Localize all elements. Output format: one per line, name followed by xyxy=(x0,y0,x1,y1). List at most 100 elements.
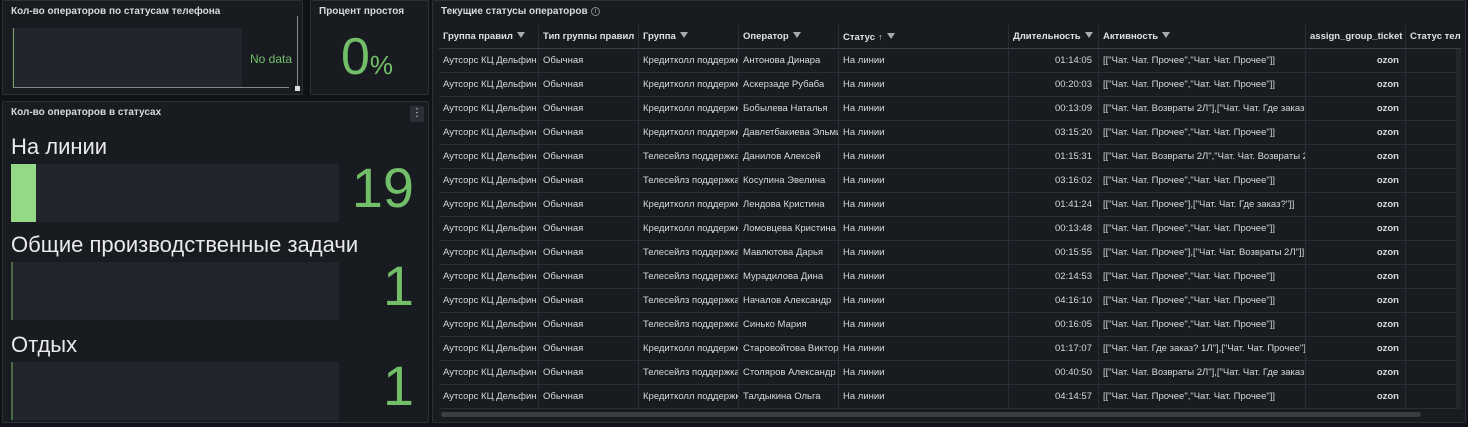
table-row[interactable]: Аутсорс КЦ Дельфин Обычная Кредитколл подд… xyxy=(439,193,1461,217)
table-cell: ozon xyxy=(1306,145,1406,169)
table-cell xyxy=(1406,193,1461,217)
table-cell: На линии xyxy=(839,265,1009,289)
filter-icon[interactable] xyxy=(1084,32,1093,39)
table-cell: Обычная xyxy=(539,217,639,241)
table-row[interactable]: Аутсорс КЦ Дельфин Обычная Кредитколл подд… xyxy=(439,97,1461,121)
filter-icon[interactable] xyxy=(679,32,688,39)
status-gauge-row: На линии 19 xyxy=(3,134,428,232)
table-row[interactable]: Аутсорс КЦ Дельфин Обычная Телесейлз подде… xyxy=(439,361,1461,385)
table-cell xyxy=(1406,337,1461,361)
arrow-up-icon[interactable]: ↑ xyxy=(878,32,883,42)
table-row[interactable]: Аутсорс КЦ Дельфин Обычная Кредитколл подд… xyxy=(439,337,1461,361)
table-cell xyxy=(1406,145,1461,169)
info-circle-icon[interactable]: i xyxy=(591,7,600,16)
table-cell: [["Чат. Чат. Прочее","Чат. Чат. Прочее"]… xyxy=(1099,289,1306,313)
table-cell: Аутсорс КЦ Дельфин xyxy=(439,73,539,97)
table-row[interactable]: Аутсорс КЦ Дельфин Обычная Телесейлз подде… xyxy=(439,289,1461,313)
column-header-label: assign_group_ticket xyxy=(1310,31,1403,42)
table-cell: На линии xyxy=(839,241,1009,265)
table-cell: На линии xyxy=(839,289,1009,313)
table-row[interactable]: Аутсорс КЦ Дельфин Обычная Кредитколл подд… xyxy=(439,49,1461,73)
more-vertical-icon[interactable]: ⋮ xyxy=(410,106,424,122)
table-cell: Обычная xyxy=(539,337,639,361)
table-row[interactable]: Аутсорс КЦ Дельфин Обычная Кредитколл подд… xyxy=(439,121,1461,145)
column-header[interactable]: Группа xyxy=(639,25,739,49)
gauge-fill xyxy=(11,362,13,420)
table-cell: 03:16:02 xyxy=(1009,169,1099,193)
no-data-label: No data xyxy=(250,52,293,66)
table-row[interactable]: Аутсорс КЦ Дельфин Обычная Телесейлз подде… xyxy=(439,241,1461,265)
table-cell: [["Чат. Чат. Прочее","Чат. Чат. Прочее"]… xyxy=(1099,313,1306,337)
table-cell: ozon xyxy=(1306,241,1406,265)
table-cell: Обычная xyxy=(539,361,639,385)
table-cell: [["Чат. Чат. Прочее","Чат. Чат. Прочее"]… xyxy=(1099,265,1306,289)
table-cell: Началов Александр xyxy=(739,289,839,313)
table-cell: [["Чат. Чат. Прочее","Чат. Чат. Прочее"]… xyxy=(1099,385,1306,409)
column-header[interactable]: Длительность xyxy=(1009,25,1099,49)
column-header[interactable]: Оператор xyxy=(739,25,839,49)
table-row[interactable]: Аутсорс КЦ Дельфин Обычная Телесейлз подде… xyxy=(439,313,1461,337)
table-cell: [["Чат. Чат. Где заказ? 1Л"],["Чат. Чат.… xyxy=(1099,337,1306,361)
table-cell: Кредитколл поддержка xyxy=(639,97,739,121)
table-cell: Мавлютова Дарья xyxy=(739,241,839,265)
panel-title: Текущие статусы операторов xyxy=(441,6,588,17)
gauge-track xyxy=(11,164,339,222)
table-cell: Аутсорс КЦ Дельфин xyxy=(439,385,539,409)
table-cell: 01:41:24 xyxy=(1009,193,1099,217)
filter-icon[interactable] xyxy=(1162,32,1171,39)
table-cell: На линии xyxy=(839,361,1009,385)
column-header[interactable]: Статус ↑ xyxy=(839,25,1009,49)
table-row[interactable]: Аутсорс КЦ Дельфин Обычная Кредитколл подд… xyxy=(439,217,1461,241)
table-cell: Обычная xyxy=(539,73,639,97)
table-cell: На линии xyxy=(839,97,1009,121)
table-header: Группа правил Тип группы правил Группа Опер… xyxy=(439,25,1461,49)
filter-icon[interactable] xyxy=(516,32,525,39)
table-cell: Обычная xyxy=(539,241,639,265)
table-cell: [["Чат. Чат. Прочее","Чат. Чат. Прочее"]… xyxy=(1099,217,1306,241)
table-row[interactable]: Аутсорс КЦ Дельфин Обычная Кредитколл подд… xyxy=(439,73,1461,97)
column-header-label: Статус телефона xyxy=(1410,31,1461,42)
table-cell: Синько Мария xyxy=(739,313,839,337)
table-cell: ozon xyxy=(1306,385,1406,409)
table-row[interactable]: Аутсорс КЦ Дельфин Обычная Кредитколл подд… xyxy=(439,385,1461,409)
table-cell: ozon xyxy=(1306,289,1406,313)
table-row[interactable]: Аутсорс КЦ Дельфин Обычная Телесейлз подде… xyxy=(439,145,1461,169)
table-cell: Данилов Алексей xyxy=(739,145,839,169)
status-gauge-row: Отдых 1 xyxy=(3,332,428,422)
column-header[interactable]: assign_group_ticket xyxy=(1306,25,1406,49)
filter-icon[interactable] xyxy=(792,32,801,39)
table-cell: ozon xyxy=(1306,169,1406,193)
table-cell: 02:14:53 xyxy=(1009,265,1099,289)
vertical-scrollbar[interactable] xyxy=(1456,49,1461,409)
table-row[interactable]: Аутсорс КЦ Дельфин Обычная Телесейлз подде… xyxy=(439,265,1461,289)
table-cell: [["Чат. Чат. Прочее","Чат. Чат. Прочее"]… xyxy=(1099,49,1306,73)
phone-status-panel: Кол-во операторов по статусам телефона N… xyxy=(2,0,303,95)
table-cell: 01:14:05 xyxy=(1009,49,1099,73)
table-cell: ozon xyxy=(1306,121,1406,145)
table-row[interactable]: Аутсорс КЦ Дельфин Обычная Телесейлз подде… xyxy=(439,169,1461,193)
table-cell xyxy=(1406,289,1461,313)
idle-percent-panel: Процент простоя 0% xyxy=(310,0,429,95)
column-header[interactable]: Тип группы правил xyxy=(539,25,639,49)
column-header[interactable]: Активность xyxy=(1099,25,1306,49)
table-cell: Аутсорс КЦ Дельфин xyxy=(439,97,539,121)
table-cell: На линии xyxy=(839,73,1009,97)
table-cell: [["Чат. Чат. Прочее","Чат. Чат. Прочее"]… xyxy=(1099,169,1306,193)
table-cell: Аутсорс КЦ Дельфин xyxy=(439,145,539,169)
table-cell: Аутсорс КЦ Дельфин xyxy=(439,265,539,289)
table-cell: Аутсорс КЦ Дельфин xyxy=(439,289,539,313)
table-cell: [["Чат. Чат. Возвраты 2Л"],["Чат. Чат. Г… xyxy=(1099,97,1306,121)
operators-table: Группа правил Тип группы правил Группа Опер… xyxy=(439,25,1461,413)
resize-handle[interactable] xyxy=(295,86,300,91)
table-cell: 00:13:48 xyxy=(1009,217,1099,241)
table-cell: Столяров Александр xyxy=(739,361,839,385)
table-cell: Старовойтова Виктория xyxy=(739,337,839,361)
table-cell: [["Чат. Чат. Прочее"],["Чат. Чат. Возвра… xyxy=(1099,241,1306,265)
filter-icon[interactable] xyxy=(886,33,895,40)
status-count: 19 xyxy=(351,156,414,219)
horizontal-scrollbar[interactable] xyxy=(441,412,1421,417)
y-axis xyxy=(13,28,14,88)
table-cell: 03:15:20 xyxy=(1009,121,1099,145)
column-header[interactable]: Статус телефона xyxy=(1406,25,1461,49)
column-header[interactable]: Группа правил xyxy=(439,25,539,49)
